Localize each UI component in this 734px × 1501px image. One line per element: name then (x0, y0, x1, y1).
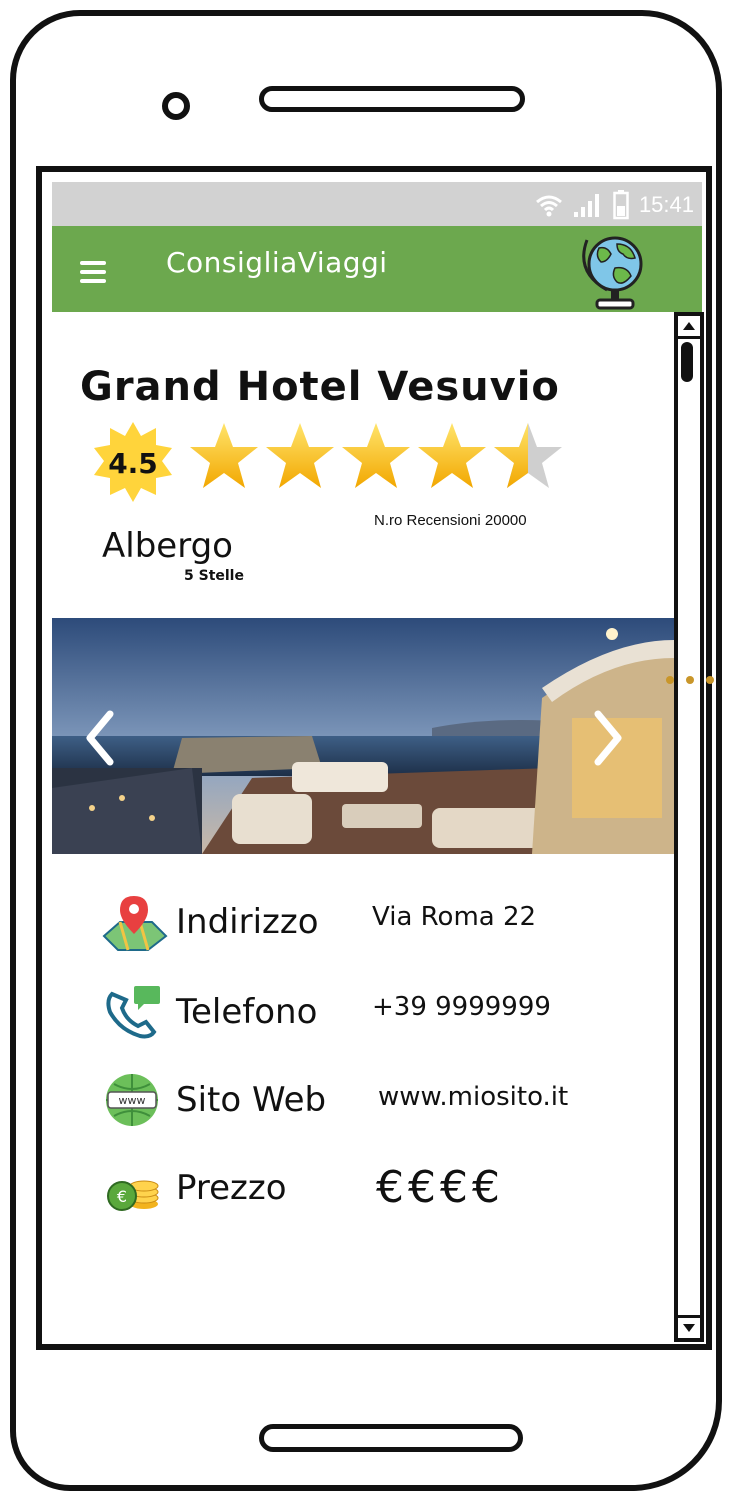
hotel-detail-content: Grand Hotel Vesuvio 4.5 N.ro Recensioni … (52, 312, 674, 1336)
coins-icon: € (107, 1180, 159, 1211)
app-bar: ConsigliaViaggi (52, 226, 702, 312)
website-label: Sito Web (176, 1080, 327, 1120)
star-icon-half (494, 423, 562, 488)
star-icon-1 (190, 423, 258, 488)
phone-chat-icon (106, 986, 160, 1039)
price-row: € Prezzo (100, 1158, 287, 1218)
rating-value: 4.5 (108, 446, 158, 480)
home-button[interactable] (259, 1424, 523, 1452)
address-row: Indirizzo (100, 892, 319, 952)
side-dots (666, 676, 714, 684)
status-bar: 15:41 (52, 182, 702, 226)
rating-badge: 4.5 (88, 418, 178, 508)
www-globe-icon: www (106, 1074, 158, 1126)
menu-icon[interactable] (80, 261, 106, 283)
scrollbar[interactable] (674, 312, 704, 1342)
hotel-photo-carousel[interactable] (52, 618, 674, 854)
signal-icon (573, 194, 599, 217)
chevron-right-icon[interactable] (588, 708, 628, 768)
phone-value[interactable]: +39 9999999 (372, 992, 551, 1022)
scroll-up-button[interactable] (678, 316, 700, 339)
star-icon-2 (266, 423, 334, 488)
globe-icon[interactable] (577, 232, 651, 312)
phone-label: Telefono (176, 992, 318, 1032)
svg-text:€: € (117, 1187, 127, 1206)
hotel-photo (52, 618, 674, 854)
hotel-class: 5 Stelle (184, 568, 244, 584)
website-value[interactable]: www.miosito.it (378, 1082, 568, 1112)
camera (162, 92, 190, 120)
website-row: www Sito Web (100, 1070, 326, 1130)
scroll-down-button[interactable] (678, 1315, 700, 1338)
phone-row: Telefono (100, 982, 317, 1042)
caret-up-icon (683, 322, 695, 330)
star-icon-4 (418, 423, 486, 488)
map-pin-icon (102, 896, 168, 951)
speaker (259, 86, 525, 112)
caret-down-icon (683, 1324, 695, 1332)
star-icon-3 (342, 423, 410, 488)
hotel-name: Grand Hotel Vesuvio (80, 364, 560, 410)
address-value: Via Roma 22 (372, 902, 537, 932)
review-count: N.ro Recensioni 20000 (374, 512, 527, 529)
address-label: Indirizzo (176, 902, 319, 942)
svg-text:www: www (119, 1094, 146, 1107)
chevron-left-icon[interactable] (80, 708, 120, 768)
status-time: 15:41 (638, 192, 694, 217)
screen: 15:41 ConsigliaViaggi Grand Hotel Vesuvi… (36, 166, 712, 1350)
hotel-type: Albergo (102, 526, 233, 566)
price-label: Prezzo (176, 1168, 287, 1208)
price-value: €€€€ (376, 1162, 504, 1213)
scroll-thumb[interactable] (681, 342, 693, 382)
battery-icon (613, 190, 629, 220)
star-rating (188, 420, 564, 492)
app-title: ConsigliaViaggi (166, 246, 388, 279)
wifi-icon (535, 195, 562, 217)
